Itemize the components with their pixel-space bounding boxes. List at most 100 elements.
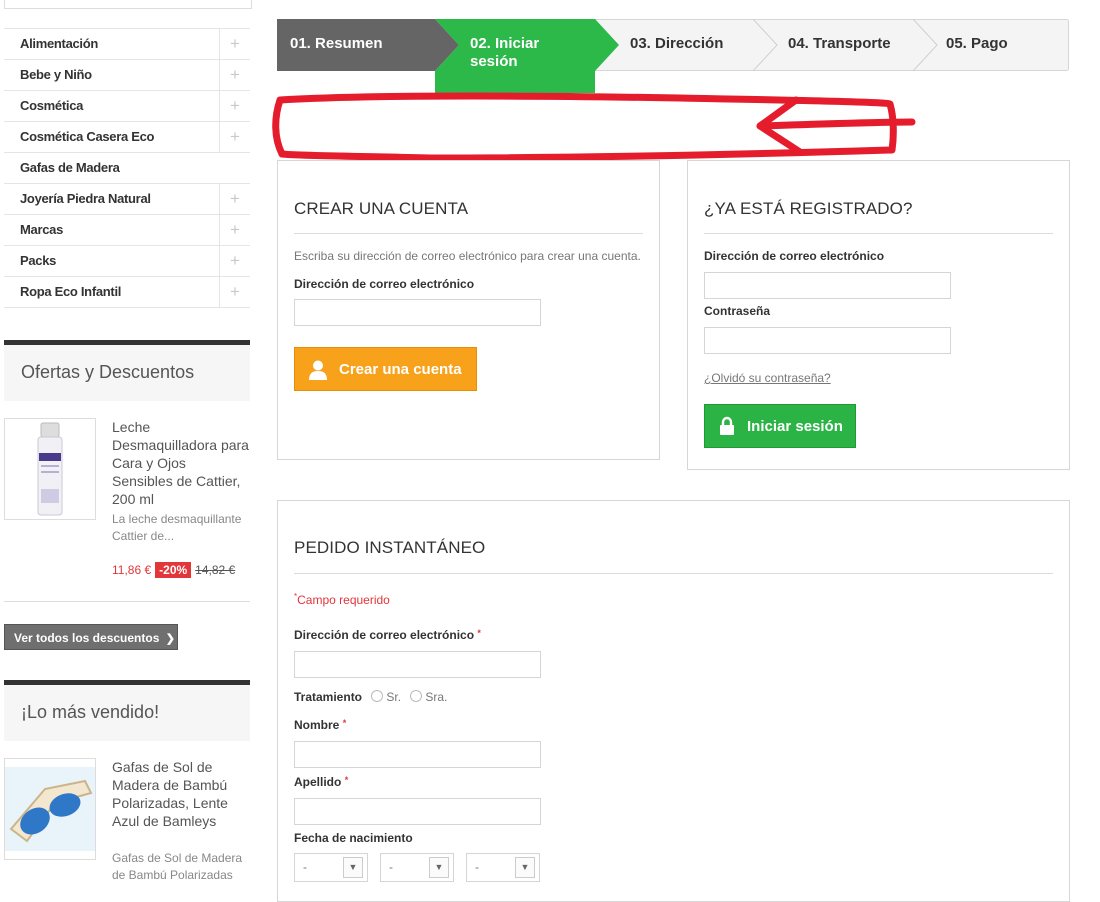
category-list: Alimentación + Bebe y Niño + Cosmética +… — [4, 28, 250, 308]
login-email-field[interactable] — [704, 272, 951, 299]
create-account-box: CREAR UNA CUENTA Escriba su dirección de… — [277, 160, 660, 460]
category-item-joyeria[interactable]: Joyería Piedra Natural + — [4, 184, 250, 215]
category-label[interactable]: Marcas — [20, 222, 63, 237]
category-item-alimentacion[interactable]: Alimentación + — [4, 29, 250, 60]
first-name-label: Nombre * — [294, 718, 346, 732]
title-radio-group: Tratamiento Sr. Sra. — [294, 690, 447, 704]
step-login[interactable]: 02. Iniciar sesión — [457, 19, 587, 71]
expand-plus-icon[interactable]: + — [219, 91, 250, 121]
offer-product-name[interactable]: Leche Desmaquilladora para Cara y Ojos S… — [112, 418, 250, 508]
offer-product-image[interactable] — [4, 418, 96, 520]
last-name-label-text: Apellido — [294, 775, 342, 789]
login-password-field[interactable] — [704, 327, 951, 354]
offers-block-title[interactable]: Ofertas y Descuentos — [21, 362, 194, 383]
forgot-password-link[interactable]: ¿Olvidó su contraseña? — [704, 371, 831, 385]
expand-plus-icon[interactable]: + — [219, 246, 250, 276]
radio-mr[interactable] — [371, 690, 384, 702]
required-asterisk: * — [344, 775, 349, 785]
step-summary[interactable]: 01. Resumen — [277, 19, 435, 71]
last-name-label: Apellido * — [294, 775, 348, 789]
create-account-email-field[interactable] — [294, 299, 541, 326]
quick-email-label: Dirección de correo electrónico * — [294, 628, 481, 642]
create-account-button[interactable]: Crear una cuenta — [294, 347, 477, 391]
caret-down-icon: ▼ — [515, 857, 535, 878]
category-label[interactable]: Cosmética Casera Eco — [20, 129, 154, 144]
bottle-image-icon — [37, 422, 63, 516]
annotation-overlay — [272, 92, 916, 162]
required-note-text: Campo requerido — [297, 593, 390, 607]
step-payment[interactable]: 05. Pago — [933, 19, 1069, 71]
birth-day-select[interactable]: - ▼ — [294, 853, 368, 882]
login-button-label: Iniciar sesión — [747, 418, 843, 435]
login-box: ¿YA ESTÁ REGISTRADO? Dirección de correo… — [687, 160, 1070, 470]
step-label: 04. Transporte — [788, 35, 891, 52]
bestseller-product-description: Gafas de Sol de Madera de Bambú Polariza… — [112, 851, 243, 882]
quick-email-label-text: Dirección de correo electrónico — [294, 628, 475, 642]
chevron-right-icon: ❯ — [165, 633, 175, 645]
category-label[interactable]: Bebe y Niño — [20, 67, 92, 82]
category-item-cosmetica[interactable]: Cosmética + — [4, 91, 250, 122]
step-label: 01. Resumen — [290, 35, 383, 52]
expand-plus-icon[interactable]: + — [219, 122, 250, 152]
category-label[interactable]: Ropa Eco Infantil — [20, 284, 121, 299]
all-discounts-label: Ver todos los descuentos — [14, 631, 160, 645]
expand-plus-icon[interactable]: + — [219, 277, 250, 307]
required-note: *Campo requerido — [294, 592, 390, 607]
expand-plus-icon[interactable]: + — [219, 215, 250, 245]
expand-plus-icon[interactable]: + — [219, 60, 250, 90]
category-label[interactable]: Gafas de Madera — [20, 160, 120, 175]
quick-email-field[interactable] — [294, 651, 541, 678]
radio-mr-label[interactable]: Sr. — [386, 690, 401, 704]
bestseller-product-image[interactable] — [4, 758, 96, 860]
create-account-intro: Escriba su dirección de correo electróni… — [294, 249, 641, 263]
bestsellers-block-header: ¡Lo más vendido! — [4, 680, 250, 741]
title-label: Tratamiento — [294, 690, 363, 704]
step-shipping[interactable]: 04. Transporte — [775, 19, 913, 71]
category-item-marcas[interactable]: Marcas + — [4, 215, 250, 246]
offers-block-header: Ofertas y Descuentos — [4, 340, 250, 401]
category-label[interactable]: Packs — [20, 253, 56, 268]
step-label: 02. Iniciar sesión — [470, 35, 540, 70]
category-item-cosmetica-casera[interactable]: Cosmética Casera Eco + — [4, 122, 250, 153]
first-name-field[interactable] — [294, 741, 541, 768]
all-discounts-button[interactable]: Ver todos los descuentos ❯ — [4, 624, 178, 650]
category-label[interactable]: Joyería Piedra Natural — [20, 191, 151, 206]
birth-month-select[interactable]: - ▼ — [380, 853, 454, 882]
divider — [4, 601, 250, 602]
expand-plus-icon[interactable]: + — [219, 29, 250, 59]
select-value: - — [475, 860, 479, 874]
radio-mrs-label[interactable]: Sra. — [425, 690, 447, 704]
step-label: 05. Pago — [946, 35, 1008, 52]
email-label: Dirección de correo electrónico — [704, 249, 885, 263]
quick-order-box: PEDIDO INSTANTÁNEO *Campo requerido Dire… — [277, 500, 1070, 902]
offer-price-row: 11,86 € -20% 14,82 € — [112, 562, 235, 578]
sunglasses-image-icon — [5, 767, 95, 851]
expand-plus-icon[interactable]: + — [219, 184, 250, 214]
category-label[interactable]: Alimentación — [20, 36, 98, 51]
birth-year-select[interactable]: - ▼ — [466, 853, 540, 882]
sidebar-top-block — [4, 0, 252, 9]
bestsellers-block-title[interactable]: ¡Lo más vendido! — [21, 702, 159, 723]
category-item-gafas-madera[interactable]: Gafas de Madera — [4, 153, 250, 184]
discount-badge: -20% — [155, 562, 192, 578]
select-value: - — [303, 860, 307, 874]
category-label[interactable]: Cosmética — [20, 98, 83, 113]
category-item-packs[interactable]: Packs + — [4, 246, 250, 277]
divider — [294, 233, 643, 234]
select-value: - — [389, 860, 393, 874]
create-account-button-label: Crear una cuenta — [339, 361, 462, 378]
bestseller-product-name[interactable]: Gafas de Sol de Madera de Bambú Polariza… — [112, 758, 250, 830]
category-item-bebe-nino[interactable]: Bebe y Niño + — [4, 60, 250, 91]
first-name-label-text: Nombre — [294, 718, 340, 732]
step-address[interactable]: 03. Dirección — [617, 19, 753, 71]
email-label: Dirección de correo electrónico — [294, 277, 475, 291]
last-name-field[interactable] — [294, 798, 541, 825]
radio-mrs[interactable] — [410, 690, 423, 702]
step-label: 03. Dirección — [630, 35, 724, 52]
checkout-steps: 01. Resumen 02. Iniciar sesión 03. Direc… — [277, 19, 1069, 93]
login-button[interactable]: Iniciar sesión — [704, 404, 856, 448]
caret-down-icon: ▼ — [343, 857, 363, 878]
category-item-ropa-eco[interactable]: Ropa Eco Infantil + — [4, 277, 250, 308]
offer-price: 11,86 € — [112, 563, 152, 577]
birth-date-label: Fecha de nacimiento — [294, 831, 413, 845]
